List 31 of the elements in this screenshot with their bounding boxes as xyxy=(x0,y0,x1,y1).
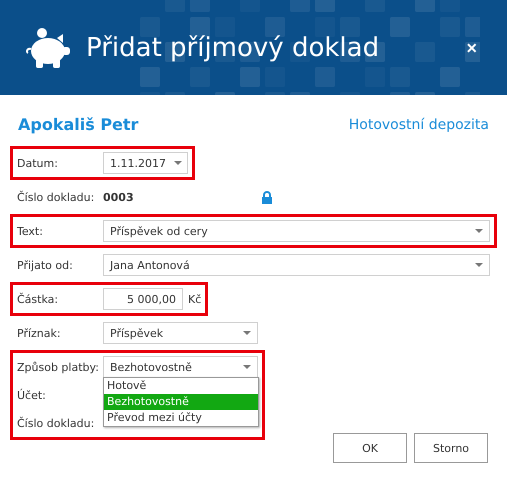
dialog-button[interactable]: Storno xyxy=(414,433,488,463)
field-label: Text: xyxy=(17,224,44,238)
dropdown-caret-icon[interactable] xyxy=(243,331,251,335)
document-number: 0003 xyxy=(103,190,134,204)
dropdown-field[interactable]: Příspěvek xyxy=(103,322,258,344)
dropdown-field[interactable]: Příspěvek od cery xyxy=(103,220,490,242)
close-button[interactable]: × xyxy=(464,38,479,59)
date-picker[interactable]: 1.11.2017 xyxy=(103,152,188,174)
field-label: Částka: xyxy=(17,292,60,306)
dropdown-caret-icon[interactable] xyxy=(475,263,483,267)
dropdown-field[interactable]: Jana Antonová xyxy=(103,254,490,276)
field-label: Přijato od: xyxy=(17,258,74,272)
field-label: Číslo dokladu: xyxy=(17,416,96,430)
dropdown-caret-icon[interactable] xyxy=(243,365,251,369)
client-name: Apokališ Petr xyxy=(18,115,138,134)
dropdown-caret-icon[interactable] xyxy=(475,229,483,233)
dropdown-option[interactable]: Převod mezi účty xyxy=(104,410,258,426)
dropdown-field[interactable]: Bezhotovostně xyxy=(103,356,258,378)
window-title: Přidat příjmový doklad xyxy=(86,32,380,62)
field-label: Datum: xyxy=(17,156,59,170)
field-label: Číslo dokladu: xyxy=(17,190,96,204)
section-title: Hotovostní depozita xyxy=(348,116,489,132)
field-label: Účet: xyxy=(17,388,47,402)
dialog-button[interactable]: OK xyxy=(333,433,407,463)
dropdown-option[interactable]: Hotově xyxy=(104,378,258,394)
piggy-bank-icon xyxy=(26,26,72,68)
amount-field[interactable]: 5 000,00 xyxy=(103,288,183,310)
field-label: Příznak: xyxy=(17,326,62,340)
currency-label: Kč xyxy=(188,292,202,306)
field-label: Způsob platby: xyxy=(17,360,100,374)
dropdown-caret-icon[interactable] xyxy=(174,161,182,165)
